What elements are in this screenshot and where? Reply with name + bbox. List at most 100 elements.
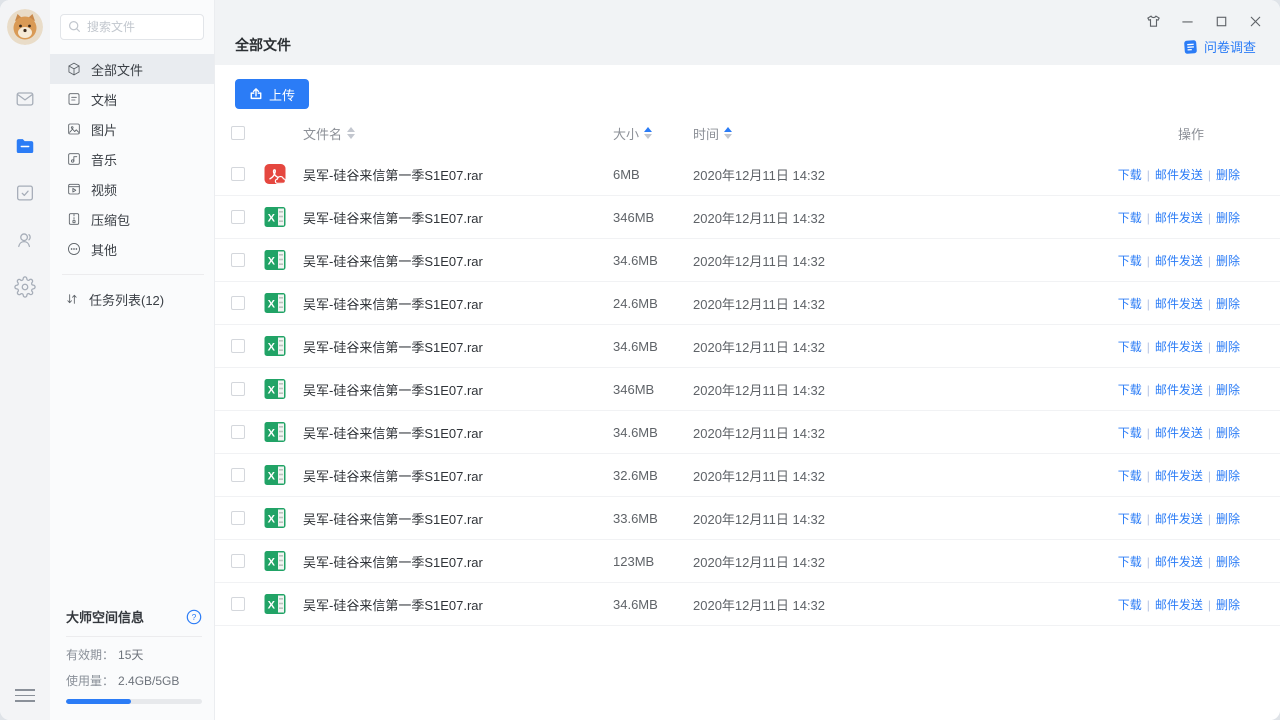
row-checkbox[interactable] [231,210,245,224]
delete-link[interactable]: 删除 [1216,512,1240,526]
delete-link[interactable]: 删除 [1216,297,1240,311]
column-header-name[interactable]: 文件名 [303,124,613,143]
row-checkbox[interactable] [231,339,245,353]
sidebar-item-pictures[interactable]: 图片 [50,114,214,144]
row-checkbox[interactable] [231,253,245,267]
select-all-checkbox[interactable] [231,126,245,140]
sidebar-item-archives[interactable]: 压缩包 [50,204,214,234]
email-send-link[interactable]: 邮件发送 [1155,512,1203,526]
gear-icon[interactable] [13,275,37,299]
help-icon[interactable]: ? [186,609,202,625]
contacts-icon[interactable] [13,228,37,252]
row-actions: 下载|邮件发送|删除 [1025,381,1240,398]
sidebar-item-videos[interactable]: 视频 [50,174,214,204]
email-send-link[interactable]: 邮件发送 [1155,469,1203,483]
video-icon [66,181,82,197]
download-link[interactable]: 下载 [1118,598,1142,612]
delete-link[interactable]: 删除 [1216,469,1240,483]
delete-link[interactable]: 删除 [1216,426,1240,440]
file-size: 34.6MB [613,339,693,354]
table-row[interactable]: X 吴军-硅谷来信第一季S1E07.rar 123MB 2020年12月11日 … [215,540,1280,583]
email-send-link[interactable]: 邮件发送 [1155,297,1203,311]
mail-icon[interactable] [13,87,37,111]
email-send-link[interactable]: 邮件发送 [1155,598,1203,612]
table-row[interactable]: X 吴军-硅谷来信第一季S1E07.rar 24.6MB 2020年12月11日… [215,282,1280,325]
row-checkbox[interactable] [231,167,245,181]
download-link[interactable]: 下载 [1118,168,1142,182]
download-link[interactable]: 下载 [1118,555,1142,569]
row-actions: 下载|邮件发送|删除 [1025,596,1240,613]
download-link[interactable]: 下载 [1118,340,1142,354]
close-button[interactable] [1242,11,1268,31]
download-link[interactable]: 下载 [1118,469,1142,483]
sidebar-item-documents[interactable]: 文档 [50,84,214,114]
sidebar-item-label: 文档 [91,90,117,109]
action-separator: | [1208,598,1211,612]
row-actions: 下载|邮件发送|删除 [1025,252,1240,269]
download-link[interactable]: 下载 [1118,254,1142,268]
email-send-link[interactable]: 邮件发送 [1155,211,1203,225]
column-header-time[interactable]: 时间 [693,124,1025,143]
row-checkbox[interactable] [231,425,245,439]
delete-link[interactable]: 删除 [1216,555,1240,569]
table-row[interactable]: X 吴军-硅谷来信第一季S1E07.rar 346MB 2020年12月11日 … [215,368,1280,411]
hamburger-menu-icon[interactable] [15,689,35,702]
row-checkbox[interactable] [231,597,245,611]
delete-link[interactable]: 删除 [1216,598,1240,612]
download-link[interactable]: 下载 [1118,426,1142,440]
file-size: 34.6MB [613,253,693,268]
svg-text:X: X [268,556,276,568]
delete-link[interactable]: 删除 [1216,254,1240,268]
sidebar: 全部文件 文档 图片 音乐 视频 压缩包 其他 任务列表(12) [50,0,215,720]
table-row[interactable]: X 吴军-硅谷来信第一季S1E07.rar 6MB 2020年12月11日 14… [215,153,1280,196]
table-row[interactable]: X 吴军-硅谷来信第一季S1E07.rar 34.6MB 2020年12月11日… [215,239,1280,282]
email-send-link[interactable]: 邮件发送 [1155,555,1203,569]
row-checkbox[interactable] [231,468,245,482]
download-link[interactable]: 下载 [1118,512,1142,526]
action-separator: | [1208,512,1211,526]
tasks-check-icon[interactable] [13,181,37,205]
action-separator: | [1147,168,1150,182]
delete-link[interactable]: 删除 [1216,340,1240,354]
delete-link[interactable]: 删除 [1216,168,1240,182]
maximize-button[interactable] [1208,11,1234,31]
files-folder-icon[interactable] [13,134,37,158]
table-row[interactable]: X 吴军-硅谷来信第一季S1E07.rar 34.6MB 2020年12月11日… [215,325,1280,368]
row-checkbox[interactable] [231,511,245,525]
download-link[interactable]: 下载 [1118,383,1142,397]
action-separator: | [1147,383,1150,397]
search-input[interactable] [60,14,204,40]
sidebar-item-music[interactable]: 音乐 [50,144,214,174]
table-row[interactable]: X 吴军-硅谷来信第一季S1E07.rar 34.6MB 2020年12月11日… [215,411,1280,454]
delete-link[interactable]: 删除 [1216,211,1240,225]
download-link[interactable]: 下载 [1118,297,1142,311]
table-row[interactable]: X 吴军-硅谷来信第一季S1E07.rar 34.6MB 2020年12月11日… [215,583,1280,626]
row-checkbox[interactable] [231,382,245,396]
avatar[interactable] [7,9,43,45]
email-send-link[interactable]: 邮件发送 [1155,168,1203,182]
email-send-link[interactable]: 邮件发送 [1155,254,1203,268]
ellipsis-circle-icon [66,241,82,257]
download-link[interactable]: 下载 [1118,211,1142,225]
file-time: 2020年12月11日 14:32 [693,380,1025,399]
email-send-link[interactable]: 邮件发送 [1155,383,1203,397]
email-send-link[interactable]: 邮件发送 [1155,426,1203,440]
email-send-link[interactable]: 邮件发送 [1155,340,1203,354]
row-checkbox[interactable] [231,554,245,568]
upload-button[interactable]: 上传 [235,79,309,109]
sidebar-item-all-files[interactable]: 全部文件 [50,54,214,84]
sidebar-item-label: 视频 [91,180,117,199]
sidebar-item-others[interactable]: 其他 [50,234,214,264]
sidebar-item-task-list[interactable]: 任务列表(12) [50,285,214,313]
theme-skin-icon[interactable] [1140,11,1166,31]
survey-link[interactable]: 问卷调查 [1183,37,1256,56]
app-window: 全部文件 文档 图片 音乐 视频 压缩包 其他 任务列表(12) [0,0,1280,720]
table-row[interactable]: X 吴军-硅谷来信第一季S1E07.rar 32.6MB 2020年12月11日… [215,454,1280,497]
column-header-size[interactable]: 大小 [613,124,693,143]
file-name: 吴军-硅谷来信第一季S1E07.rar [303,337,613,356]
minimize-button[interactable] [1174,11,1200,31]
delete-link[interactable]: 删除 [1216,383,1240,397]
row-checkbox[interactable] [231,296,245,310]
table-row[interactable]: X 吴军-硅谷来信第一季S1E07.rar 346MB 2020年12月11日 … [215,196,1280,239]
table-row[interactable]: X 吴军-硅谷来信第一季S1E07.rar 33.6MB 2020年12月11日… [215,497,1280,540]
